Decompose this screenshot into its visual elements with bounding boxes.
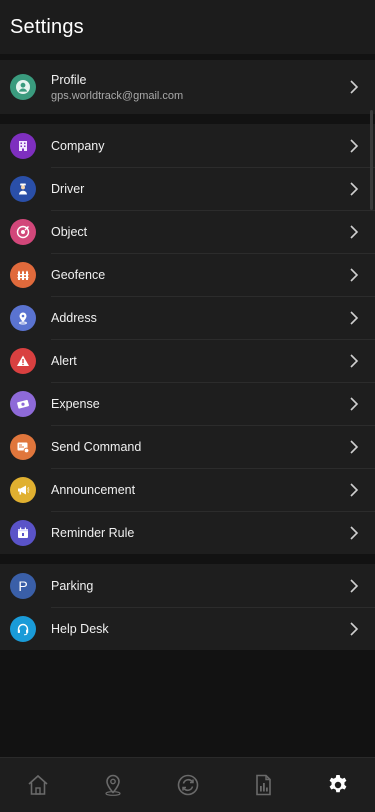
bottom-navigation — [0, 757, 375, 812]
nav-home[interactable] — [16, 763, 60, 807]
menu-item-label: Geofence — [51, 267, 106, 282]
nav-reports[interactable] — [241, 763, 285, 807]
menu-item-expense[interactable]: Expense — [0, 382, 375, 425]
chevron-right-icon — [341, 310, 367, 325]
location-pin-icon — [104, 774, 121, 796]
menu-item-label: Company — [51, 138, 105, 153]
chevron-right-icon — [341, 482, 367, 497]
chevron-right-icon — [341, 353, 367, 368]
chevron-right-icon — [341, 396, 367, 411]
gear-icon — [329, 775, 346, 793]
menu-item-company[interactable]: Company — [0, 124, 375, 167]
profile-icon — [10, 74, 36, 100]
chevron-right-icon — [341, 439, 367, 454]
secondary-menu: P Parking Help Desk — [0, 564, 375, 650]
megaphone-icon — [10, 476, 36, 503]
nav-map[interactable] — [91, 763, 135, 807]
chevron-right-icon — [341, 181, 367, 196]
chevron-right-icon — [341, 224, 367, 239]
warning-icon — [10, 347, 36, 374]
menu-item-label: Driver — [51, 181, 85, 196]
fence-icon — [10, 261, 36, 288]
menu-item-label: Alert — [51, 353, 77, 368]
scrollbar[interactable] — [370, 110, 373, 210]
money-icon — [10, 390, 36, 417]
chevron-right-icon — [341, 621, 367, 636]
company-icon — [10, 132, 36, 159]
menu-item-label: Address — [51, 310, 97, 325]
chevron-right-icon — [341, 80, 367, 94]
menu-item-label: Announcement — [51, 482, 136, 497]
nav-settings[interactable] — [316, 763, 360, 807]
menu-item-label: Parking — [51, 578, 94, 593]
command-icon — [10, 433, 36, 460]
menu-item-label: Object — [51, 224, 88, 239]
app-header: Settings — [0, 0, 375, 54]
menu-item-label: Send Command — [51, 439, 142, 454]
chevron-right-icon — [341, 267, 367, 282]
menu-item-label: Expense — [51, 396, 100, 411]
menu-item-geofence[interactable]: Geofence — [0, 253, 375, 296]
settings-menu: Company Driver Object Geofence Address A… — [0, 124, 375, 554]
menu-item-send-command[interactable]: Send Command — [0, 425, 375, 468]
profile-section: Profile gps.worldtrack@gmail.com — [0, 60, 375, 114]
parking-icon: P — [10, 572, 36, 599]
profile-row[interactable]: Profile gps.worldtrack@gmail.com — [0, 60, 375, 114]
chevron-right-icon — [341, 138, 367, 153]
map-pin-icon — [10, 304, 36, 331]
menu-item-address[interactable]: Address — [0, 296, 375, 339]
home-icon — [27, 774, 48, 795]
object-target-icon — [10, 218, 36, 245]
menu-item-label: Reminder Rule — [51, 525, 135, 540]
menu-item-help-desk[interactable]: Help Desk — [0, 607, 375, 650]
menu-item-reminder-rule[interactable]: Reminder Rule — [0, 511, 375, 554]
chevron-right-icon — [341, 578, 367, 593]
calendar-icon — [10, 519, 36, 546]
chevron-right-icon — [341, 525, 367, 540]
profile-email: gps.worldtrack@gmail.com — [51, 89, 184, 102]
menu-item-parking[interactable]: P Parking — [0, 564, 375, 607]
profile-label: Profile — [51, 72, 87, 87]
sync-icon — [177, 774, 198, 796]
page-title: Settings — [10, 15, 84, 38]
nav-sync[interactable] — [166, 763, 210, 807]
reports-icon — [255, 774, 271, 796]
menu-item-driver[interactable]: Driver — [0, 167, 375, 210]
menu-item-announcement[interactable]: Announcement — [0, 468, 375, 511]
menu-item-alert[interactable]: Alert — [0, 339, 375, 382]
driver-icon — [10, 175, 36, 202]
parking-icon-letter: P — [18, 577, 28, 594]
menu-item-label: Help Desk — [51, 621, 109, 636]
menu-item-object[interactable]: Object — [0, 210, 375, 253]
headset-icon — [10, 615, 36, 642]
